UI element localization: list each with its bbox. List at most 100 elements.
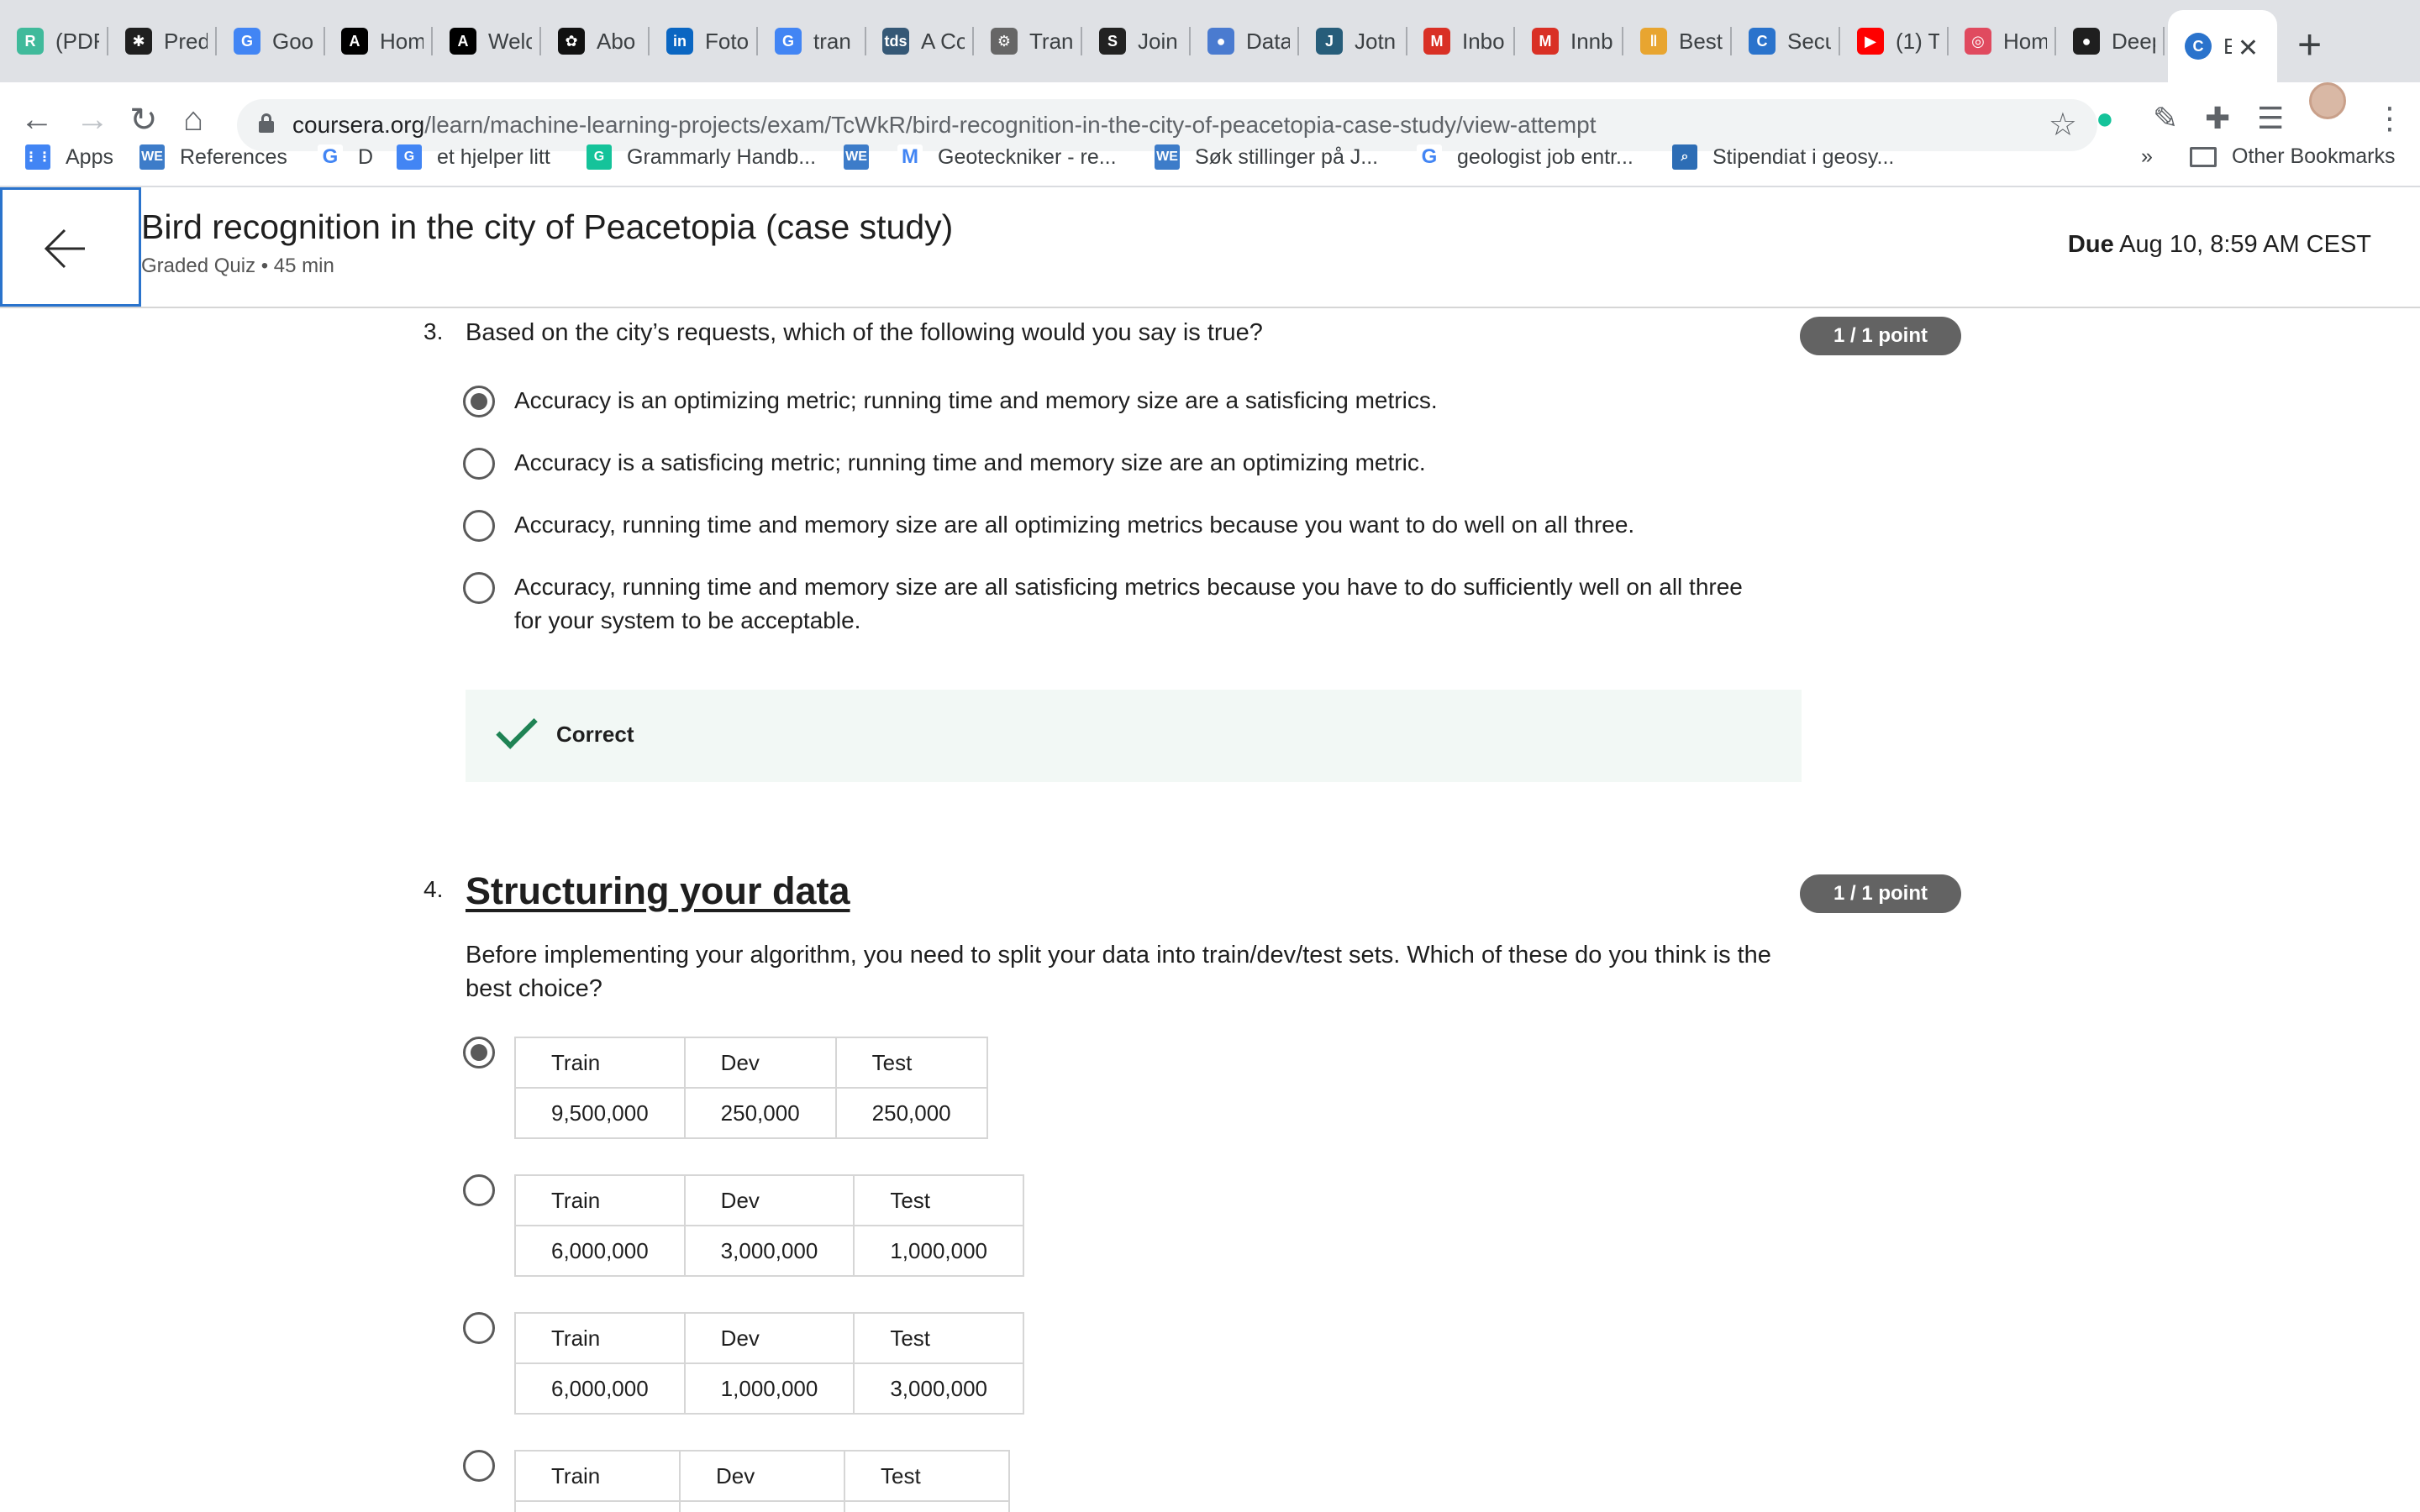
table-header-cell: Dev (683, 1174, 855, 1226)
tab-title: Join (1138, 28, 1178, 54)
browser-tab[interactable]: J Jotn (1299, 17, 1407, 66)
browser-tab[interactable]: in Foto (650, 17, 758, 66)
we-icon: WE (844, 144, 869, 170)
table-cell: 250,000 (683, 1087, 837, 1139)
home-icon[interactable]: ⌂ (183, 101, 203, 139)
tab-separator (1081, 27, 1082, 55)
tab-separator (539, 27, 541, 55)
bookmark-label: Stipendiat i geosy... (1712, 144, 1895, 169)
tab-title: Innb (1570, 28, 1613, 54)
bookmark-item[interactable]: WE Søk stillinger på J... (1155, 144, 1378, 170)
profile-avatar[interactable] (2309, 82, 2346, 119)
answer-radio[interactable] (463, 510, 495, 542)
bookmark-item[interactable]: G Grammarly Handb... (587, 144, 816, 170)
browser-tab[interactable]: M Innb (1515, 17, 1623, 66)
table-row: 6,000,000 1,000,000 3,000,000 (514, 1362, 1025, 1415)
google-translate-icon: G (397, 144, 422, 170)
menu-kebab-icon[interactable]: ⋮ (2375, 101, 2405, 136)
bookmark-item[interactable]: WE References (139, 144, 287, 170)
browser-tab[interactable]: ✿ Abo (541, 17, 650, 66)
tab-separator (972, 27, 974, 55)
answer-option-text: Accuracy, running time and memory size a… (514, 574, 1743, 633)
bookmark-item[interactable]: ⌕ Stipendiat i geosy... (1672, 144, 1894, 170)
back-arrow-icon (44, 228, 85, 269)
reading-list-icon[interactable]: ☰ (2257, 101, 2284, 136)
answer-radio[interactable] (463, 572, 495, 604)
tab-separator (1839, 27, 1840, 55)
bookmark-item[interactable]: Ggeologist job entr... (1417, 144, 1634, 170)
split-table: Train Dev Test 6,000,000 3,000,000 1,000… (514, 1174, 1025, 1277)
gmail-icon: M (897, 144, 923, 170)
browser-tab[interactable]: A Hom (324, 17, 433, 66)
question-title: Structuring your data (466, 869, 850, 912)
tab-title: (PDF (55, 28, 99, 54)
grammarly-extension-icon[interactable]: ● (2096, 101, 2114, 136)
tab-title: Hom (2003, 28, 2047, 54)
browser-tab[interactable]: ◎ Hom (1948, 17, 2056, 66)
answer-radio[interactable] (463, 1312, 495, 1344)
bookmark-label: References (180, 144, 287, 169)
tab-title: Jotn (1355, 28, 1397, 54)
bookmark-label: et hjelper litt (437, 144, 550, 169)
tab-separator (1622, 27, 1623, 55)
google-translate-icon: G (234, 28, 260, 55)
google-icon: G (1417, 144, 1442, 170)
table-row: Train Dev Test (514, 1312, 1025, 1364)
tab-separator (1730, 27, 1732, 55)
table-header-cell: Train (514, 1312, 686, 1364)
bars-icon: ‖ (1640, 28, 1667, 55)
researchgate-icon: R (17, 28, 44, 55)
browser-tab[interactable]: S Join (1082, 17, 1191, 66)
browser-tab[interactable]: ✱ Pred (108, 17, 217, 66)
bookmarks-overflow-button[interactable]: » (2141, 144, 2153, 169)
question-number: 4. (424, 876, 444, 902)
table-header-cell: Train (514, 1450, 681, 1502)
tab-title: A Co (921, 28, 965, 54)
eyedropper-extension-icon[interactable]: ✎ (2153, 101, 2178, 136)
browser-tab[interactable]: C Secu (1732, 17, 1840, 66)
bookmark-item[interactable]: GD (318, 144, 373, 170)
url-text[interactable]: coursera.org/learn/machine-learning-proj… (292, 112, 1597, 139)
back-arrow-icon[interactable]: ← (20, 101, 54, 139)
coursera-icon: C (2185, 33, 2212, 60)
bookmarks-bar: » Other Bookmarks ⋮⋮ Apps WE References G D Ge… (0, 136, 2420, 186)
browser-tab[interactable]: A Welc (433, 17, 541, 66)
answer-radio[interactable] (463, 1450, 495, 1482)
new-tab-icon[interactable]: + (2297, 20, 2322, 69)
answer-radio[interactable] (463, 448, 495, 480)
folder-icon (2190, 146, 2217, 167)
browser-tab[interactable]: M Inbo (1407, 17, 1515, 66)
browser-tab[interactable]: R (PDF (0, 17, 108, 66)
browser-tab[interactable]: Gtran (758, 17, 866, 66)
browser-tab[interactable]: ● Deep (2056, 17, 2165, 66)
bookmark-item[interactable]: ⋮⋮ Apps (24, 144, 113, 170)
drop-icon: ● (1207, 28, 1234, 55)
youtube-icon: ▶ (1857, 28, 1884, 55)
back-button[interactable] (0, 187, 141, 307)
bookmark-item[interactable]: M Geoteckniker - re... (897, 144, 1117, 170)
answer-option-text: Accuracy is an optimizing metric; runnin… (514, 387, 1438, 413)
active-tab[interactable]: C E ✕ (2168, 10, 2277, 82)
answer-radio[interactable] (463, 1037, 495, 1068)
browser-tab[interactable]: tds A Co (865, 17, 974, 66)
answer-radio[interactable] (463, 1174, 495, 1206)
answer-radio[interactable] (463, 386, 495, 417)
forward-arrow-icon[interactable]: → (76, 101, 109, 139)
browser-tab[interactable]: ⚙ Tran (974, 17, 1082, 66)
tab-title: Tran (1029, 28, 1073, 54)
bookmark-item[interactable]: WE (844, 144, 884, 170)
bookmark-item[interactable]: Get hjelper litt (397, 144, 550, 170)
browser-tab[interactable]: ‖ Best (1623, 17, 1732, 66)
browser-tab[interactable]: ● Data (1191, 17, 1299, 66)
browser-tab[interactable]: ▶ (1) T (1840, 17, 1949, 66)
close-tab-icon[interactable]: ✕ (2238, 34, 2259, 63)
reload-icon[interactable]: ↻ (129, 101, 158, 139)
other-bookmarks-folder[interactable]: Other Bookmarks (2190, 144, 2396, 169)
puzzle-extensions-icon[interactable]: ✚ (2205, 101, 2230, 136)
letter-a-icon: A (341, 28, 368, 55)
table-header-cell: Dev (683, 1312, 855, 1364)
browser-tab[interactable]: G Goo (217, 17, 325, 66)
tab-separator (1297, 27, 1299, 55)
tab-separator (431, 27, 433, 55)
answer-option-text: Accuracy, running time and memory size a… (514, 512, 1635, 538)
